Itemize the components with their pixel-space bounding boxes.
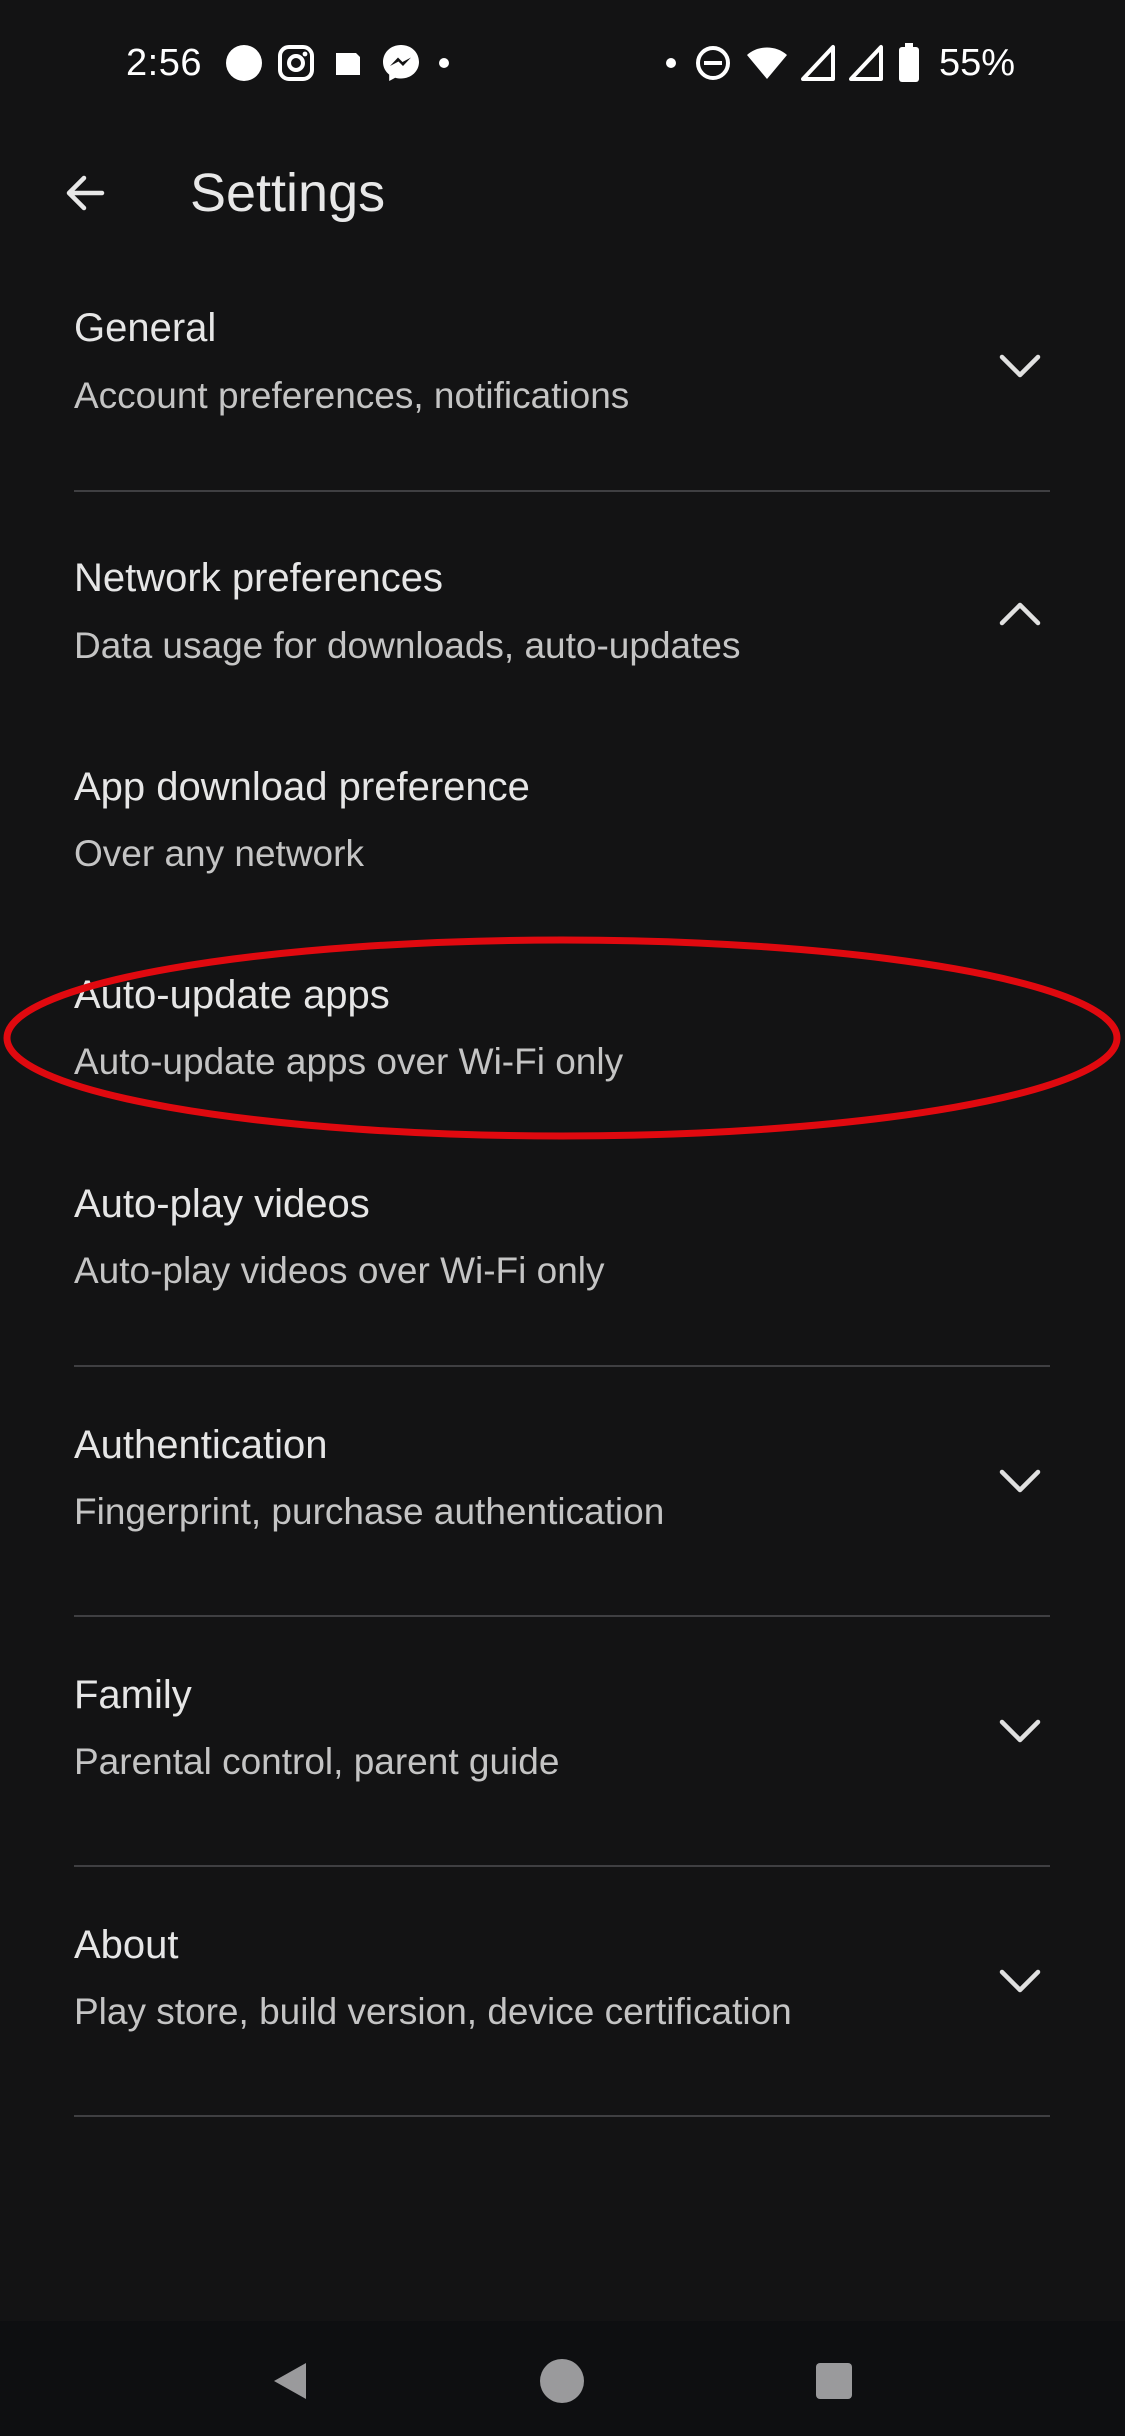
- instagram-icon: [276, 43, 316, 83]
- setting-title: Authentication: [74, 1423, 328, 1467]
- arrow-left-icon: [66, 175, 105, 211]
- setting-title: Auto-update apps: [74, 973, 390, 1017]
- settings-section-about[interactable]: About Play store, build version, device …: [0, 1867, 1125, 2115]
- setting-subtitle: Play store, build version, device certif…: [74, 1991, 792, 2032]
- setting-auto-update-apps[interactable]: Auto-update apps Auto-update apps over W…: [0, 965, 1125, 1165]
- settings-section-family[interactable]: Family Parental control, parent guide: [0, 1617, 1125, 1865]
- settings-section-general[interactable]: General Account preferences, notificatio…: [0, 250, 1125, 490]
- dot-icon: [434, 53, 454, 73]
- setting-subtitle: Fingerprint, purchase authentication: [74, 1491, 665, 1532]
- settings-section-authentication[interactable]: Authentication Fingerprint, purchase aut…: [0, 1367, 1125, 1615]
- chevron-down-icon[interactable]: [990, 336, 1050, 396]
- navigation-bar: [0, 2321, 1125, 2436]
- setting-app-download-preference[interactable]: App download preference Over any network: [0, 755, 1125, 955]
- nav-back-icon[interactable]: [260, 2351, 320, 2411]
- wifi-icon: [745, 43, 789, 83]
- setting-subtitle: Parental control, parent guide: [74, 1741, 560, 1782]
- dot-icon: [661, 53, 681, 73]
- setting-title: Auto-play videos: [74, 1182, 370, 1226]
- chevron-down-icon[interactable]: [990, 1701, 1050, 1761]
- status-right: 55%: [661, 36, 1015, 90]
- divider: [74, 2115, 1050, 2117]
- status-left: 2:56: [126, 36, 466, 90]
- status-bar: 2:56 55%: [0, 0, 1125, 130]
- setting-subtitle: Over any network: [74, 833, 364, 874]
- app-bar: Settings: [0, 130, 1125, 250]
- setting-subtitle: Account preferences, notifications: [74, 375, 630, 416]
- circle-notification-icon: [224, 43, 264, 83]
- setting-title: Family: [74, 1673, 192, 1717]
- status-time: 2:56: [126, 41, 202, 84]
- battery-icon: [897, 42, 921, 84]
- do-not-disturb-icon: [693, 43, 733, 83]
- messenger-icon: [380, 42, 422, 84]
- setting-title: General: [74, 306, 217, 350]
- chevron-down-icon[interactable]: [990, 1951, 1050, 2011]
- back-button[interactable]: [50, 158, 120, 228]
- setting-title: About: [74, 1923, 179, 1967]
- setting-subtitle: Auto-update apps over Wi-Fi only: [74, 1041, 624, 1082]
- chevron-up-icon[interactable]: [990, 584, 1050, 644]
- signal-icon: [848, 43, 885, 83]
- square-notification-icon: [328, 43, 368, 83]
- page-title: Settings: [190, 163, 386, 223]
- setting-subtitle: Data usage for downloads, auto-updates: [74, 625, 741, 666]
- setting-title: App download preference: [74, 765, 530, 809]
- battery-percent: 55%: [938, 41, 1015, 84]
- setting-auto-play-videos[interactable]: Auto-play videos Auto-play videos over W…: [0, 1174, 1125, 1374]
- chevron-down-icon[interactable]: [990, 1451, 1050, 1511]
- signal-icon: [800, 43, 837, 83]
- setting-title: Network preferences: [74, 556, 444, 600]
- setting-subtitle: Auto-play videos over Wi-Fi only: [74, 1250, 605, 1291]
- nav-recents-icon[interactable]: [804, 2351, 864, 2411]
- nav-home-icon[interactable]: [532, 2351, 592, 2411]
- settings-section-network[interactable]: Network preferences Data usage for downl…: [0, 492, 1125, 712]
